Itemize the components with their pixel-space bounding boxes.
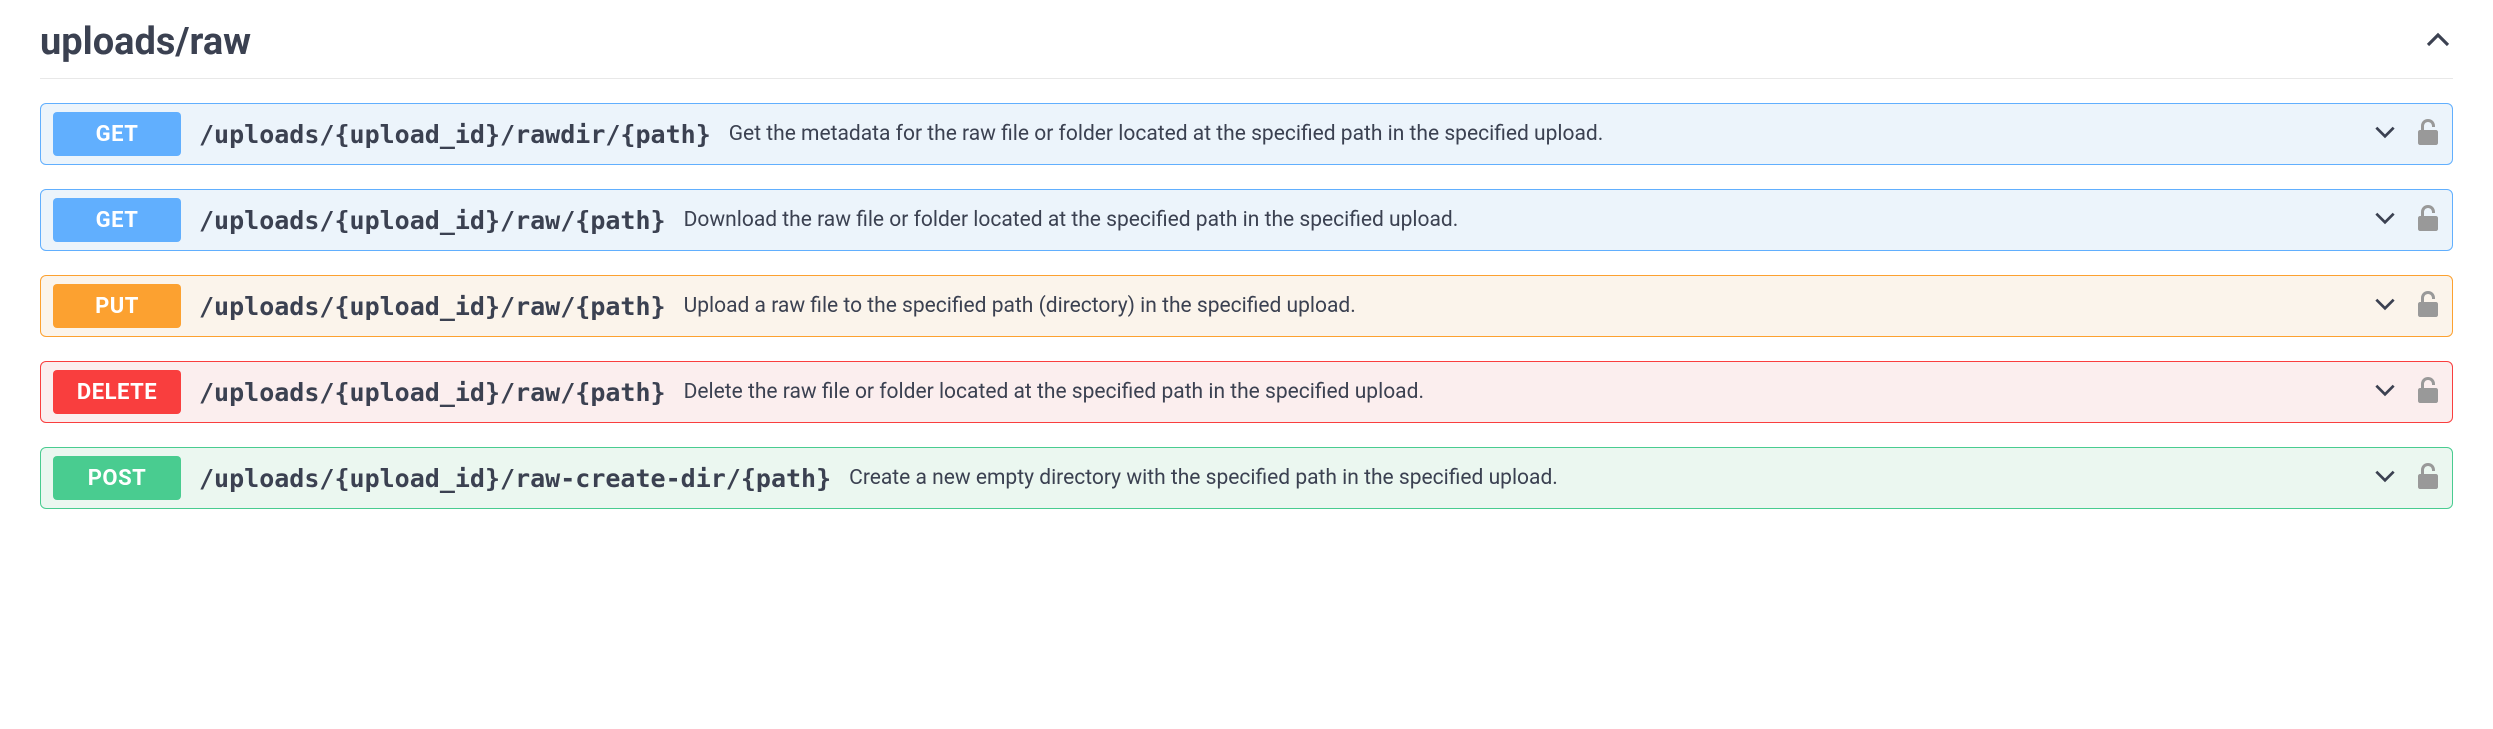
unlock-icon[interactable]	[2416, 290, 2440, 322]
row-controls	[2372, 118, 2440, 150]
operation-row[interactable]: POST/uploads/{upload_id}/raw-create-dir/…	[40, 447, 2453, 509]
row-controls	[2372, 290, 2440, 322]
operation-path: /uploads/{upload_id}/rawdir/{path}	[199, 120, 711, 149]
chevron-down-icon[interactable]	[2372, 377, 2398, 407]
operation-description: Delete the raw file or folder located at…	[684, 380, 2354, 404]
operation-row[interactable]: GET/uploads/{upload_id}/rawdir/{path} Get…	[40, 103, 2453, 165]
operation-row[interactable]: GET/uploads/{upload_id}/raw/{path} Downlo…	[40, 189, 2453, 251]
chevron-down-icon[interactable]	[2372, 463, 2398, 493]
row-controls	[2372, 376, 2440, 408]
operation-path: /uploads/{upload_id}/raw/{path}	[199, 378, 666, 407]
operation-description: Create a new empty directory with the sp…	[849, 466, 2354, 490]
operation-row[interactable]: DELETE/uploads/{upload_id}/raw/{path} Del…	[40, 361, 2453, 423]
method-badge: DELETE	[53, 370, 181, 414]
method-badge: POST	[53, 456, 181, 500]
unlock-icon[interactable]	[2416, 462, 2440, 494]
row-controls	[2372, 204, 2440, 236]
method-badge: PUT	[53, 284, 181, 328]
unlock-icon[interactable]	[2416, 204, 2440, 236]
operations-list: GET/uploads/{upload_id}/rawdir/{path} Get…	[40, 103, 2453, 509]
section-title: uploads/raw	[40, 20, 251, 64]
method-badge: GET	[53, 112, 181, 156]
chevron-down-icon[interactable]	[2372, 205, 2398, 235]
operation-path: /uploads/{upload_id}/raw/{path}	[199, 206, 666, 235]
operation-description: Download the raw file or folder located …	[684, 208, 2354, 232]
row-controls	[2372, 462, 2440, 494]
section-header[interactable]: uploads/raw	[40, 20, 2453, 79]
chevron-up-icon[interactable]	[2423, 25, 2453, 59]
operation-description: Upload a raw file to the specified path …	[684, 294, 2354, 318]
chevron-down-icon[interactable]	[2372, 291, 2398, 321]
operation-path: /uploads/{upload_id}/raw-create-dir/{pat…	[199, 464, 831, 493]
unlock-icon[interactable]	[2416, 118, 2440, 150]
method-badge: GET	[53, 198, 181, 242]
operation-path: /uploads/{upload_id}/raw/{path}	[199, 292, 666, 321]
chevron-down-icon[interactable]	[2372, 119, 2398, 149]
unlock-icon[interactable]	[2416, 376, 2440, 408]
operation-row[interactable]: PUT/uploads/{upload_id}/raw/{path} Upload…	[40, 275, 2453, 337]
operation-description: Get the metadata for the raw file or fol…	[729, 122, 2354, 146]
